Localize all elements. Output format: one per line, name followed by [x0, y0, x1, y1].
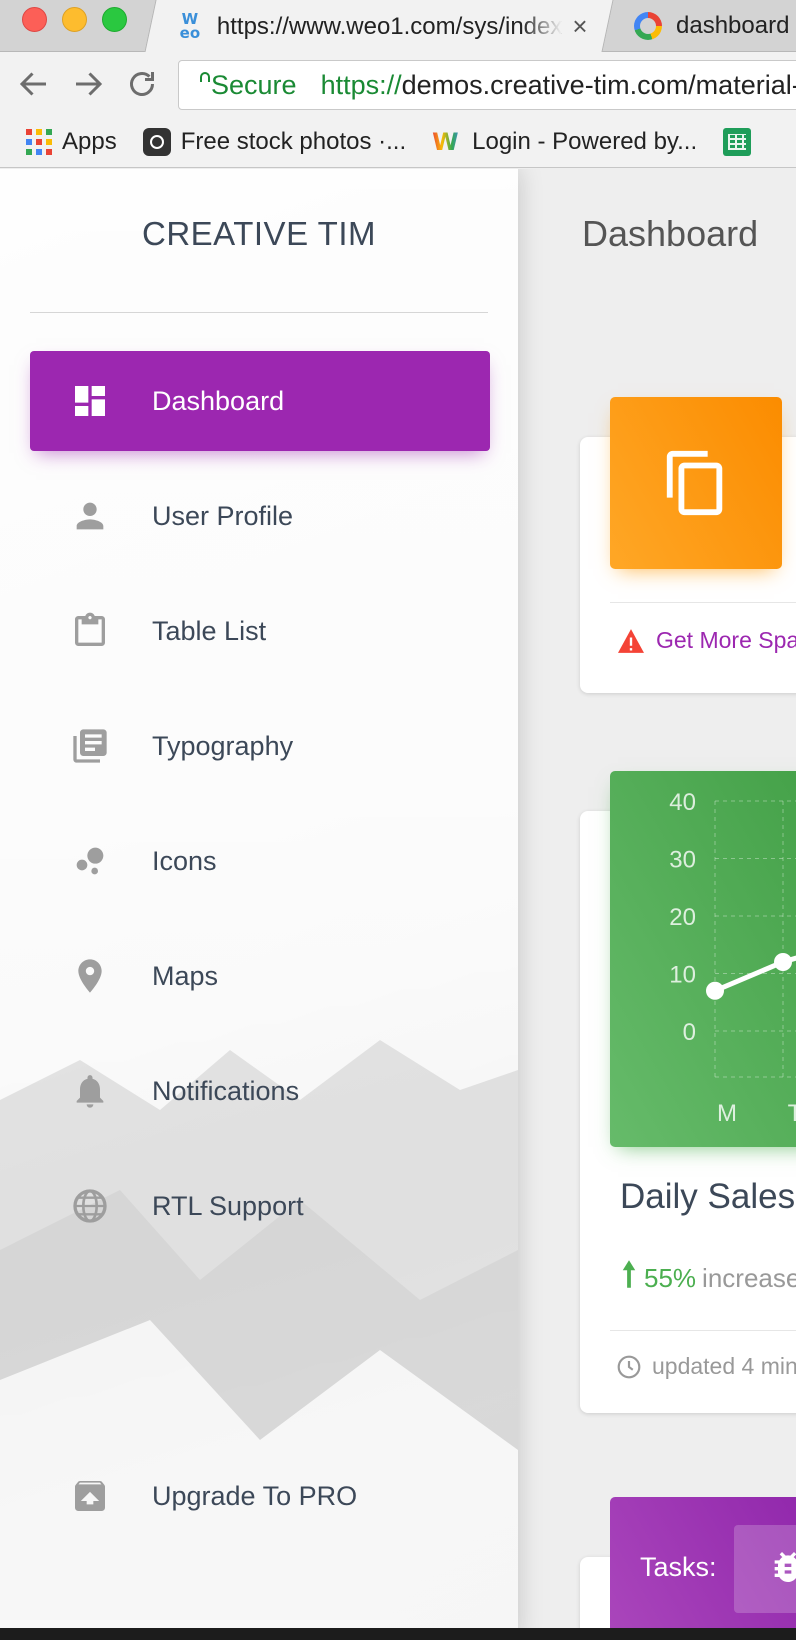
library-books-icon: [68, 724, 112, 768]
arrow-up-icon: [620, 1259, 638, 1297]
chart-x-tick-label: M: [717, 1100, 737, 1127]
person-icon: [68, 494, 112, 538]
tasks-tab-bugs[interactable]: [734, 1525, 796, 1613]
main-content: Dashboard Get More Spa 40 30 20 10 0 M T Daily…: [518, 169, 796, 1640]
sidebar-item-label: Maps: [152, 960, 219, 991]
tasks-card-header: Tasks:: [610, 1497, 796, 1640]
chart-x-tick-label: T: [788, 1100, 796, 1127]
url-scheme: https://: [320, 69, 402, 100]
bookmark-stock-photos[interactable]: Free stock photos ·...: [142, 127, 407, 156]
sheets-icon: [723, 127, 752, 156]
address-bar[interactable]: Secure https:// demos.creative-tim.com/m…: [178, 60, 796, 110]
sidebar-item-label: User Profile: [152, 500, 294, 531]
google-favicon-icon: [634, 12, 662, 40]
browser-tab-second[interactable]: dashboard: [628, 0, 796, 52]
sidebar-item-maps[interactable]: Maps: [30, 926, 490, 1026]
stat-value: 55%: [644, 1262, 697, 1293]
sidebar-item-label: Dashboard: [152, 385, 285, 416]
maximize-window-button[interactable]: [102, 7, 127, 32]
brand-logo[interactable]: CREATIVE TIM: [0, 215, 518, 253]
sidebar-item-rtl-support[interactable]: RTL Support: [30, 1156, 490, 1256]
content-copy-icon: [666, 450, 723, 516]
sidebar-item-label: RTL Support: [152, 1190, 304, 1221]
page-title: Dashboard: [582, 213, 759, 254]
warning-icon: [618, 628, 644, 653]
bookmarks-bar: Apps Free stock photos ·... W Login - Po…: [0, 116, 796, 168]
close-window-button[interactable]: [22, 7, 47, 32]
tab-title: dashboard: [676, 12, 790, 39]
get-more-space-link[interactable]: Get More Spa: [616, 627, 796, 654]
secure-label: Secure: [211, 69, 297, 100]
chart-point: [706, 981, 724, 1000]
browser-tab-active[interactable]: Weo https://www.weo1.com/sys/index ×: [144, 0, 614, 52]
weo-favicon-icon: Weo: [179, 9, 201, 41]
chart-y-tick-label: 0: [683, 1019, 696, 1046]
chart-y-tick-label: 30: [669, 847, 696, 874]
sidebar-item-typography[interactable]: Typography: [30, 696, 490, 796]
back-arrow-icon[interactable]: [16, 66, 52, 102]
url-host: demos.creative-tim.com/material-dashboar…: [401, 69, 796, 100]
stat-text: increase: [702, 1262, 796, 1293]
get-more-space-text: Get More Spa: [656, 627, 796, 653]
tasks-label: Tasks:: [640, 1552, 717, 1582]
dashboard-icon: [68, 379, 112, 423]
sidebar-item-label: Table List: [152, 615, 267, 646]
updated-text: updated 4 min: [652, 1353, 796, 1379]
browser-tab-bar: Weo https://www.weo1.com/sys/index × das…: [0, 0, 796, 52]
minimize-window-button[interactable]: [62, 7, 87, 32]
sidebar-item-icons[interactable]: Icons: [30, 811, 490, 911]
bookmark-login[interactable]: W Login - Powered by...: [432, 128, 697, 156]
bookmark-label: Free stock photos ·...: [180, 127, 407, 155]
sidebar-item-upgrade[interactable]: Upgrade To PRO: [30, 1446, 490, 1546]
sidebar-item-label: Notifications: [152, 1075, 300, 1106]
sidebar-item-user-profile[interactable]: User Profile: [30, 466, 490, 566]
clipboard-icon: [68, 609, 112, 653]
page: CREATIVE TIM Dashboard User Profile Tabl…: [0, 169, 796, 1640]
bookmark-sheets[interactable]: [723, 127, 752, 156]
tab-title: https://www.weo1.com/sys/index: [217, 12, 563, 39]
bubble-chart-icon: [68, 839, 112, 883]
apps-grid-icon: [26, 128, 52, 155]
sidebar-item-label: Typography: [152, 730, 294, 761]
sidebar: CREATIVE TIM Dashboard User Profile Tabl…: [0, 169, 518, 1640]
card-divider: [610, 602, 796, 603]
browser-toolbar: Secure https:// demos.creative-tim.com/m…: [0, 52, 796, 116]
chart-point: [774, 953, 792, 971]
sidebar-item-label: Icons: [152, 845, 217, 876]
reload-icon[interactable]: [124, 66, 160, 102]
window-bottom-edge: [0, 1628, 796, 1640]
w-logo-icon: W: [432, 128, 462, 156]
card-divider: [610, 1330, 796, 1331]
bug-icon: [774, 1552, 796, 1582]
bookmark-apps[interactable]: Apps: [0, 128, 117, 156]
instagram-icon: [142, 127, 171, 156]
chart-y-tick-label: 40: [669, 789, 696, 816]
sidebar-item-table-list[interactable]: Table List: [30, 581, 490, 681]
chart-y-tick-label: 20: [669, 904, 696, 931]
sidebar-item-notifications[interactable]: Notifications: [30, 1041, 490, 1141]
forward-arrow-icon[interactable]: [70, 66, 106, 102]
tab-close-icon[interactable]: ×: [572, 11, 587, 42]
clock-icon: [617, 1355, 641, 1378]
daily-sales-chart: 40 30 20 10 0 M T: [610, 771, 796, 1147]
sidebar-item-dashboard[interactable]: Dashboard: [30, 351, 490, 451]
bell-icon: [68, 1069, 112, 1113]
sidebar-item-label: Upgrade To PRO: [152, 1480, 358, 1511]
used-space-card-header: [610, 397, 782, 569]
chart-y-tick-label: 10: [669, 962, 696, 989]
daily-sales-stat: 55% increase: [620, 1259, 796, 1297]
bookmark-label: Apps: [62, 127, 117, 155]
location-pin-icon: [68, 954, 112, 998]
globe-icon: [68, 1184, 112, 1228]
daily-sales-title: Daily Sales: [620, 1177, 796, 1216]
chart-svg: 40 30 20 10 0 M T: [669, 789, 796, 1127]
daily-sales-footer: updated 4 min: [616, 1353, 796, 1380]
bookmark-label: Login - Powered by...: [472, 127, 698, 155]
brand-divider: [30, 312, 488, 313]
unarchive-icon: [68, 1474, 112, 1518]
